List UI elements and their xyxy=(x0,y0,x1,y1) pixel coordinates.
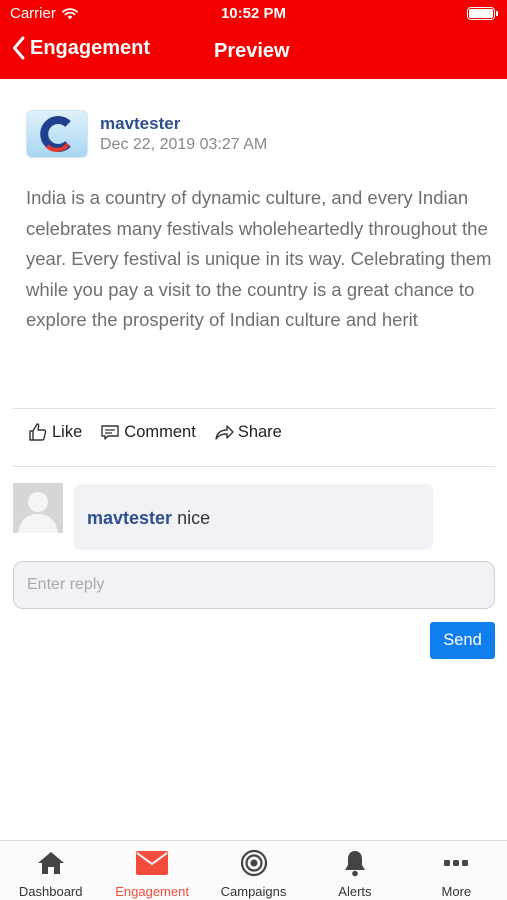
back-button[interactable]: Engagement xyxy=(12,36,150,60)
like-button[interactable]: Like xyxy=(28,422,82,442)
target-icon xyxy=(240,849,267,877)
page-title: Preview xyxy=(214,40,290,62)
tab-more[interactable]: More xyxy=(406,841,507,900)
post-author-meta: mavtester Dec 22, 2019 03:27 AM xyxy=(100,110,267,154)
tab-alerts-label: Alerts xyxy=(338,884,372,899)
share-label: Share xyxy=(237,422,282,441)
tab-campaigns[interactable]: Campaigns xyxy=(203,841,304,900)
share-icon xyxy=(215,425,234,440)
comment-label: Comment xyxy=(124,422,196,441)
divider-top xyxy=(13,408,495,409)
chevron-left-icon xyxy=(13,36,25,60)
comment-icon xyxy=(101,425,119,440)
envelope-icon xyxy=(136,851,169,875)
back-button-label: Engagement xyxy=(30,36,151,59)
comment-avatar xyxy=(13,483,63,533)
comment-bubble: mavtester nice xyxy=(74,484,433,550)
share-button[interactable]: Share xyxy=(214,422,282,442)
more-icon xyxy=(444,860,469,866)
tab-campaigns-label: Campaigns xyxy=(220,884,287,899)
tab-more-label: More xyxy=(441,884,472,899)
tab-alerts[interactable]: Alerts xyxy=(304,841,405,900)
divider-bottom xyxy=(13,466,495,467)
comment-text: nice xyxy=(177,508,211,528)
post-card: mavtester Dec 22, 2019 03:27 AM India is… xyxy=(26,110,496,336)
comment-button[interactable]: Comment xyxy=(100,422,196,442)
post-date: Dec 22, 2019 03:27 AM xyxy=(100,136,268,153)
tab-dashboard-label: Dashboard xyxy=(18,884,83,899)
status-time: 10:52 PM xyxy=(220,5,287,22)
tab-bar: Dashboard Engagement Campaigns Alerts Mo… xyxy=(0,840,507,900)
thumbs-up-icon xyxy=(29,423,47,441)
post-author-name[interactable]: mavtester xyxy=(100,114,267,134)
tab-engagement-label: Engagement xyxy=(115,884,189,899)
reply-input[interactable] xyxy=(13,561,495,609)
status-bar: Carrier 10:52 PM xyxy=(0,0,507,28)
post-author-row: mavtester Dec 22, 2019 03:27 AM xyxy=(26,110,496,158)
default-user-icon xyxy=(13,483,63,533)
tab-engagement[interactable]: Engagement xyxy=(101,841,202,900)
author-logo-avatar xyxy=(26,110,88,158)
bell-icon xyxy=(344,851,365,877)
like-label: Like xyxy=(52,422,83,441)
battery-icon xyxy=(467,7,498,20)
post-body: India is a country of dynamic culture, a… xyxy=(26,187,492,330)
post-actions: Like Comment Share xyxy=(28,422,282,442)
send-button[interactable]: Send xyxy=(430,622,495,659)
nav-bar: Engagement Preview xyxy=(0,34,507,70)
home-icon xyxy=(37,852,64,874)
comment-user[interactable]: mavtester xyxy=(87,508,172,528)
brand-logo-icon xyxy=(40,116,71,152)
app-header: Carrier 10:52 PM Engagement Preview xyxy=(0,0,507,79)
tab-dashboard[interactable]: Dashboard xyxy=(0,841,101,900)
